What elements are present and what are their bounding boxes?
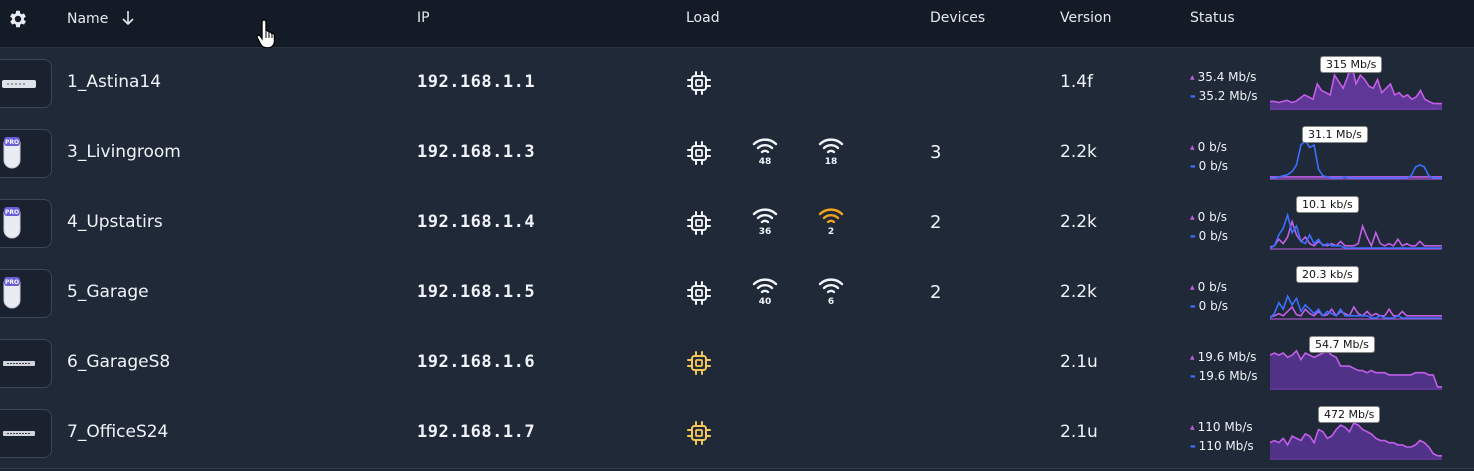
throughput-rates: 0 b/s 0 b/s bbox=[1190, 278, 1228, 316]
download-rate: 0 b/s bbox=[1190, 297, 1228, 316]
firmware-version: 2.2k bbox=[1060, 212, 1097, 232]
firmware-version: 2.1u bbox=[1060, 352, 1098, 372]
table-header: Name IP Load Devices Version Status bbox=[0, 0, 1474, 49]
svg-text:PRO: PRO bbox=[5, 209, 19, 216]
column-header-status[interactable]: Status bbox=[1190, 10, 1235, 26]
peak-rate-label: 54.7 Mb/s bbox=[1309, 336, 1375, 353]
download-rate: 35.2 Mb/s bbox=[1190, 87, 1258, 106]
device-thumbnail[interactable] bbox=[0, 409, 52, 458]
device-thumbnail[interactable]: PRO bbox=[0, 129, 52, 178]
upload-rate: 35.4 Mb/s bbox=[1190, 68, 1257, 87]
device-ip: 192.168.1.7 bbox=[417, 422, 536, 442]
firmware-version: 2.1u bbox=[1060, 422, 1098, 442]
download-rate: 110 Mb/s bbox=[1190, 437, 1254, 456]
upload-rate: 0 b/s bbox=[1190, 138, 1228, 157]
peak-rate-label: 472 Mb/s bbox=[1318, 406, 1381, 423]
device-name[interactable]: 5_Garage bbox=[67, 282, 149, 302]
throughput-rates: 110 Mb/s 110 Mb/s bbox=[1190, 418, 1254, 456]
wifi-icon bbox=[750, 206, 780, 226]
wifi-client-count: 48 bbox=[758, 157, 772, 167]
wifi-icon bbox=[816, 276, 846, 296]
device-name[interactable]: 4_Upstatirs bbox=[67, 212, 163, 232]
throughput-rates: 35.4 Mb/s 35.2 Mb/s bbox=[1190, 68, 1258, 106]
download-rate: 0 b/s bbox=[1190, 227, 1228, 246]
device-thumbnail[interactable]: PRO bbox=[0, 199, 52, 248]
wifi-icon bbox=[816, 206, 846, 226]
wifi-client-count: 36 bbox=[758, 227, 772, 237]
device-thumbnail[interactable] bbox=[0, 59, 52, 108]
upload-rate: 0 b/s bbox=[1190, 278, 1228, 297]
column-header-name[interactable]: Name bbox=[67, 10, 135, 27]
throughput-rates: 0 b/s 0 b/s bbox=[1190, 208, 1228, 246]
wifi-icon bbox=[750, 136, 780, 156]
throughput-rates: 19.6 Mb/s 19.6 Mb/s bbox=[1190, 348, 1258, 386]
wifi-radio-indicator: 18 bbox=[816, 136, 846, 170]
table-row[interactable]: 7_OfficeS24 192.168.1.7 2.1u 110 Mb/s 11… bbox=[0, 398, 1474, 469]
arrow-down-icon bbox=[122, 11, 134, 26]
device-name[interactable]: 1_Astina14 bbox=[67, 72, 161, 92]
device-name[interactable]: 6_GarageS8 bbox=[67, 352, 170, 372]
upload-rate: 0 b/s bbox=[1190, 208, 1228, 227]
cpu-icon bbox=[686, 140, 712, 166]
throughput-rates: 0 b/s 0 b/s bbox=[1190, 138, 1228, 176]
device-thumbnail[interactable] bbox=[0, 339, 52, 388]
upload-rate: 110 Mb/s bbox=[1190, 418, 1254, 437]
cpu-icon bbox=[686, 210, 712, 236]
svg-text:PRO: PRO bbox=[5, 139, 19, 146]
wifi-radio-indicator: 48 bbox=[750, 136, 780, 170]
wifi-radio-indicator: 36 bbox=[750, 206, 780, 240]
cpu-icon bbox=[686, 70, 712, 96]
wifi-client-count: 2 bbox=[827, 227, 835, 237]
peak-rate-label: 31.1 Mb/s bbox=[1302, 126, 1368, 143]
device-count: 2 bbox=[930, 212, 942, 233]
device-ip: 192.168.1.5 bbox=[417, 282, 536, 302]
cpu-icon bbox=[686, 280, 712, 306]
table-row[interactable]: 1_Astina14 192.168.1.1 1.4f 35.4 Mb/s 35… bbox=[0, 48, 1474, 119]
peak-rate-label: 10.1 kb/s bbox=[1296, 196, 1359, 213]
wifi-client-count: 18 bbox=[824, 157, 838, 167]
download-rate: 0 b/s bbox=[1190, 157, 1228, 176]
firmware-version: 2.2k bbox=[1060, 282, 1097, 302]
peak-rate-label: 315 Mb/s bbox=[1320, 56, 1383, 73]
table-row[interactable]: PRO 5_Garage 192.168.1.5 40 6 2 2.2k 0 b… bbox=[0, 258, 1474, 329]
column-header-load[interactable]: Load bbox=[686, 10, 720, 26]
wifi-radio-indicator: 6 bbox=[816, 276, 846, 310]
upload-rate: 19.6 Mb/s bbox=[1190, 348, 1257, 367]
wifi-icon bbox=[750, 276, 780, 296]
device-name[interactable]: 3_Livingroom bbox=[67, 142, 181, 162]
device-thumbnail[interactable]: PRO bbox=[0, 269, 52, 318]
device-name[interactable]: 7_OfficeS24 bbox=[67, 422, 168, 442]
device-count: 2 bbox=[930, 282, 942, 303]
svg-text:PRO: PRO bbox=[5, 279, 19, 286]
wifi-radio-indicator: 40 bbox=[750, 276, 780, 310]
firmware-version: 2.2k bbox=[1060, 142, 1097, 162]
table-row[interactable]: 6_GarageS8 192.168.1.6 2.1u 19.6 Mb/s 19… bbox=[0, 328, 1474, 399]
wifi-icon bbox=[816, 136, 846, 156]
firmware-version: 1.4f bbox=[1060, 72, 1094, 92]
table-row[interactable]: PRO 3_Livingroom 192.168.1.3 48 18 3 2.2… bbox=[0, 118, 1474, 189]
peak-rate-label: 20.3 kb/s bbox=[1296, 266, 1359, 283]
device-ip: 192.168.1.6 bbox=[417, 352, 536, 372]
gear-icon[interactable] bbox=[7, 8, 29, 30]
device-count: 3 bbox=[930, 142, 942, 163]
wifi-client-count: 6 bbox=[827, 297, 835, 307]
wifi-radio-indicator: 2 bbox=[816, 206, 846, 240]
hand-cursor-icon bbox=[256, 19, 276, 49]
column-header-version[interactable]: Version bbox=[1060, 10, 1111, 26]
column-header-devices[interactable]: Devices bbox=[930, 10, 985, 26]
device-ip: 192.168.1.3 bbox=[417, 142, 536, 162]
wifi-client-count: 40 bbox=[758, 297, 772, 307]
device-ip: 192.168.1.1 bbox=[417, 72, 536, 92]
table-row[interactable]: PRO 4_Upstatirs 192.168.1.4 36 2 2 2.2k … bbox=[0, 188, 1474, 259]
download-rate: 19.6 Mb/s bbox=[1190, 367, 1258, 386]
cpu-icon bbox=[686, 350, 712, 376]
column-header-ip[interactable]: IP bbox=[417, 10, 430, 26]
device-ip: 192.168.1.4 bbox=[417, 212, 536, 232]
cpu-icon bbox=[686, 420, 712, 446]
